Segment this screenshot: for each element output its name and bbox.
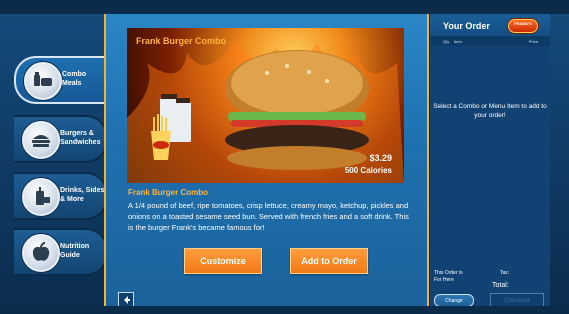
product-hero-image: Frank Burger Combo $3.29 500 Calories: [127, 28, 404, 183]
order-panel: Your Order FRANK'S Qty Item Price Select…: [429, 14, 550, 314]
left-arrow-icon: [124, 296, 130, 304]
combo-meal-icon: [24, 62, 62, 100]
burger-icon: [22, 121, 60, 159]
product-description: A 1/4 pound of beef, ripe tomatoes, cris…: [128, 201, 409, 232]
total-label: Total:: [492, 282, 509, 289]
top-frame: [0, 0, 569, 14]
order-header: Your Order FRANK'S: [430, 14, 550, 36]
nav-burgers-sandwiches[interactable]: Burgers & Sandwiches: [14, 115, 108, 163]
franks-logo-icon: FRANK'S: [508, 19, 538, 33]
bottom-frame: [0, 306, 569, 314]
burger-combo-illustration: [127, 38, 404, 183]
hero-title: Frank Burger Combo: [136, 36, 227, 46]
product-panel: Frank Burger Combo $3.29 500 Calories Fr…: [104, 14, 429, 314]
order-title: Your Order: [443, 21, 490, 31]
col-price: Price: [528, 39, 538, 44]
apple-icon: [22, 234, 60, 272]
product-price: $3.29: [369, 153, 392, 163]
nav-drinks-sides[interactable]: Drinks, Sides & More: [14, 172, 108, 220]
tax-label: Tax:: [500, 270, 510, 276]
add-to-order-button[interactable]: Add to Order: [290, 248, 368, 274]
product-title: Frank Burger Combo: [128, 188, 209, 197]
col-qty: Qty: [443, 39, 450, 44]
kiosk-app: Combo Meals Burgers & Sandwiches Drinks, S…: [0, 0, 569, 314]
order-columns: Qty Item Price: [430, 36, 550, 46]
col-item: Item: [454, 39, 462, 44]
logo-text: FRANK'S: [514, 21, 532, 26]
nav-nutrition-guide[interactable]: Nutrition Guide: [14, 228, 108, 276]
order-location-text: This Order is For Here: [434, 270, 463, 283]
drink-icon: [22, 178, 60, 216]
order-empty-message: Select a Combo or Menu Item to add to yo…: [433, 103, 547, 119]
customize-button[interactable]: Customize: [184, 248, 262, 274]
product-calories: 500 Calories: [344, 166, 392, 175]
